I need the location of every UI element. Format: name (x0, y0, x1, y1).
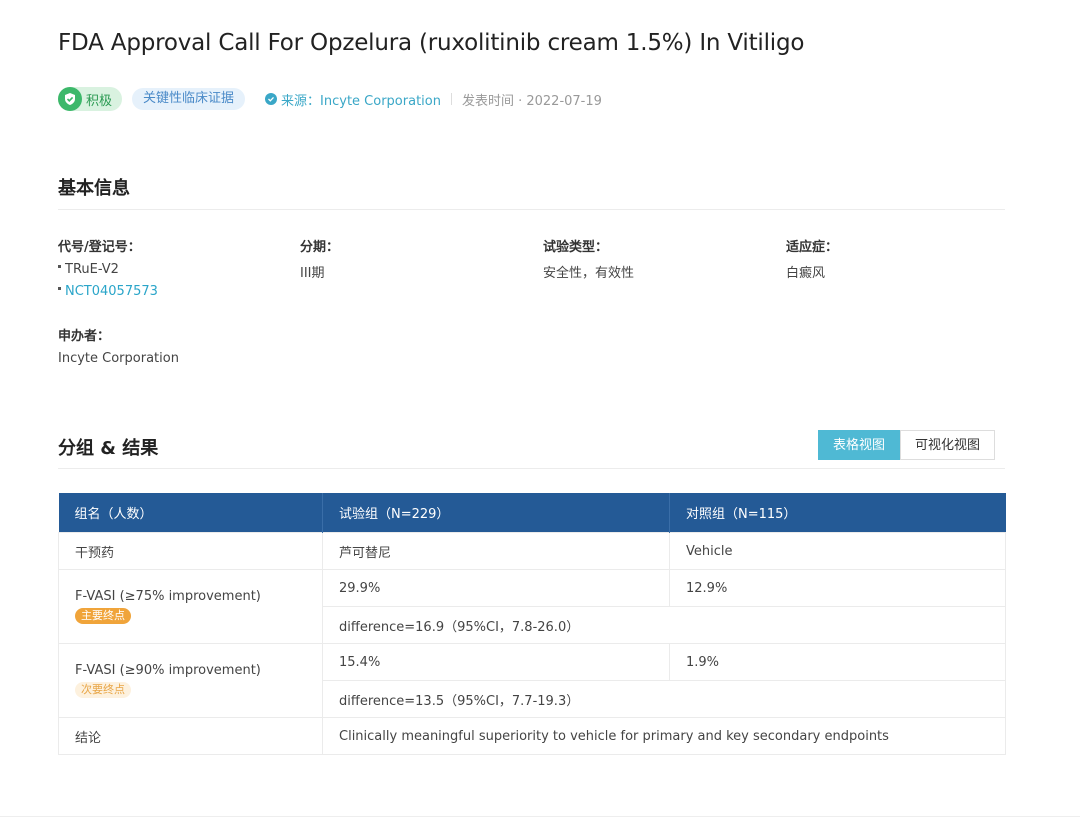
cell-control: 12.9% (669, 569, 1006, 607)
meta-row: 积极 关键性临床证据 来源：Incyte Corporation 发表时间 · … (58, 86, 602, 112)
code-label: 代号/登记号： (58, 240, 141, 255)
shield-check-icon (58, 87, 82, 111)
column-header-control: 对照组（N=115） (669, 493, 1006, 533)
cell-difference: difference=13.5（95%CI，7.7-19.3） (322, 680, 1006, 718)
row-label: 结论 (58, 717, 323, 755)
table-row: 干预药 芦可替尼 Vehicle (58, 532, 1006, 570)
bullet-icon (58, 265, 61, 268)
source-link[interactable]: 来源：Incyte Corporation (265, 90, 441, 109)
bullet-icon (58, 287, 61, 290)
cell-trial: 29.9% (322, 569, 670, 607)
publish-time: 发表时间 · 2022-07-19 (461, 93, 602, 109)
sponsor-value: Incyte Corporation (58, 351, 179, 366)
table-row: F-VASI (≥90% improvement) 次要终点 15.4% 1.9… (58, 643, 1006, 718)
cell-control: Vehicle (669, 532, 1006, 570)
column-header-trial: 试验组（N=229） (322, 493, 670, 533)
meta-divider (450, 93, 452, 105)
source-icon (265, 93, 278, 105)
table-view-button[interactable]: 表格视图 (818, 430, 901, 460)
indication-label: 适应症： (786, 240, 839, 255)
registry-link[interactable]: NCT04057573 (65, 284, 158, 299)
trial-type-value: 安全性，有效性 (543, 266, 635, 281)
row-label: F-VASI (≥75% improvement) (75, 589, 261, 604)
cell-trial: 芦可替尼 (322, 532, 670, 570)
table-row: F-VASI (≥75% improvement) 主要终点 29.9% 12.… (58, 569, 1006, 644)
code-value: TRuE-V2 (65, 262, 119, 277)
results-table: 组名（人数） 试验组（N=229） 对照组（N=115） 干预药 芦可替尼 Ve… (58, 493, 1006, 755)
results-title: 分组 & 结果 (58, 438, 159, 459)
positive-badge-label: 积极 (86, 93, 113, 109)
code-item: TRuE-V2 (58, 262, 119, 277)
table-row: 结论 Clinically meaningful superiority to … (58, 717, 1006, 755)
row-label-cell: F-VASI (≥90% improvement) 次要终点 (58, 643, 323, 718)
page-title: FDA Approval Call For Opzelura (ruxoliti… (58, 30, 805, 56)
registry-item[interactable]: NCT04057573 (58, 284, 158, 299)
row-label: 干预药 (58, 532, 323, 570)
basic-info-divider (58, 209, 1005, 210)
cell-trial: 15.4% (322, 643, 670, 681)
evidence-badge: 关键性临床证据 (132, 88, 246, 110)
table-header-row: 组名（人数） 试验组（N=229） 对照组（N=115） (58, 493, 1006, 533)
column-header-group: 组名（人数） (58, 493, 323, 533)
sponsor-label: 申办者： (58, 329, 111, 344)
results-divider (58, 468, 1005, 469)
secondary-endpoint-tag: 次要终点 (75, 682, 131, 698)
row-label-cell: F-VASI (≥75% improvement) 主要终点 (58, 569, 323, 644)
phase-value: III期 (300, 266, 325, 281)
page-bottom-divider (0, 816, 1080, 817)
primary-endpoint-tag: 主要终点 (75, 608, 131, 624)
basic-info-title: 基本信息 (58, 178, 130, 199)
cell-control: 1.9% (669, 643, 1006, 681)
visual-view-button[interactable]: 可视化视图 (900, 430, 996, 460)
source-label: 来源：Incyte Corporation (281, 93, 441, 109)
indication-value: 白癜风 (786, 266, 826, 281)
phase-label: 分期： (300, 240, 340, 255)
trial-type-label: 试验类型： (543, 240, 609, 255)
view-toggle: 表格视图 可视化视图 (818, 430, 996, 460)
cell-conclusion: Clinically meaningful superiority to veh… (322, 717, 1006, 755)
positive-badge: 积极 (58, 87, 123, 111)
row-label: F-VASI (≥90% improvement) (75, 663, 261, 678)
cell-difference: difference=16.9（95%CI，7.8-26.0） (322, 606, 1006, 644)
